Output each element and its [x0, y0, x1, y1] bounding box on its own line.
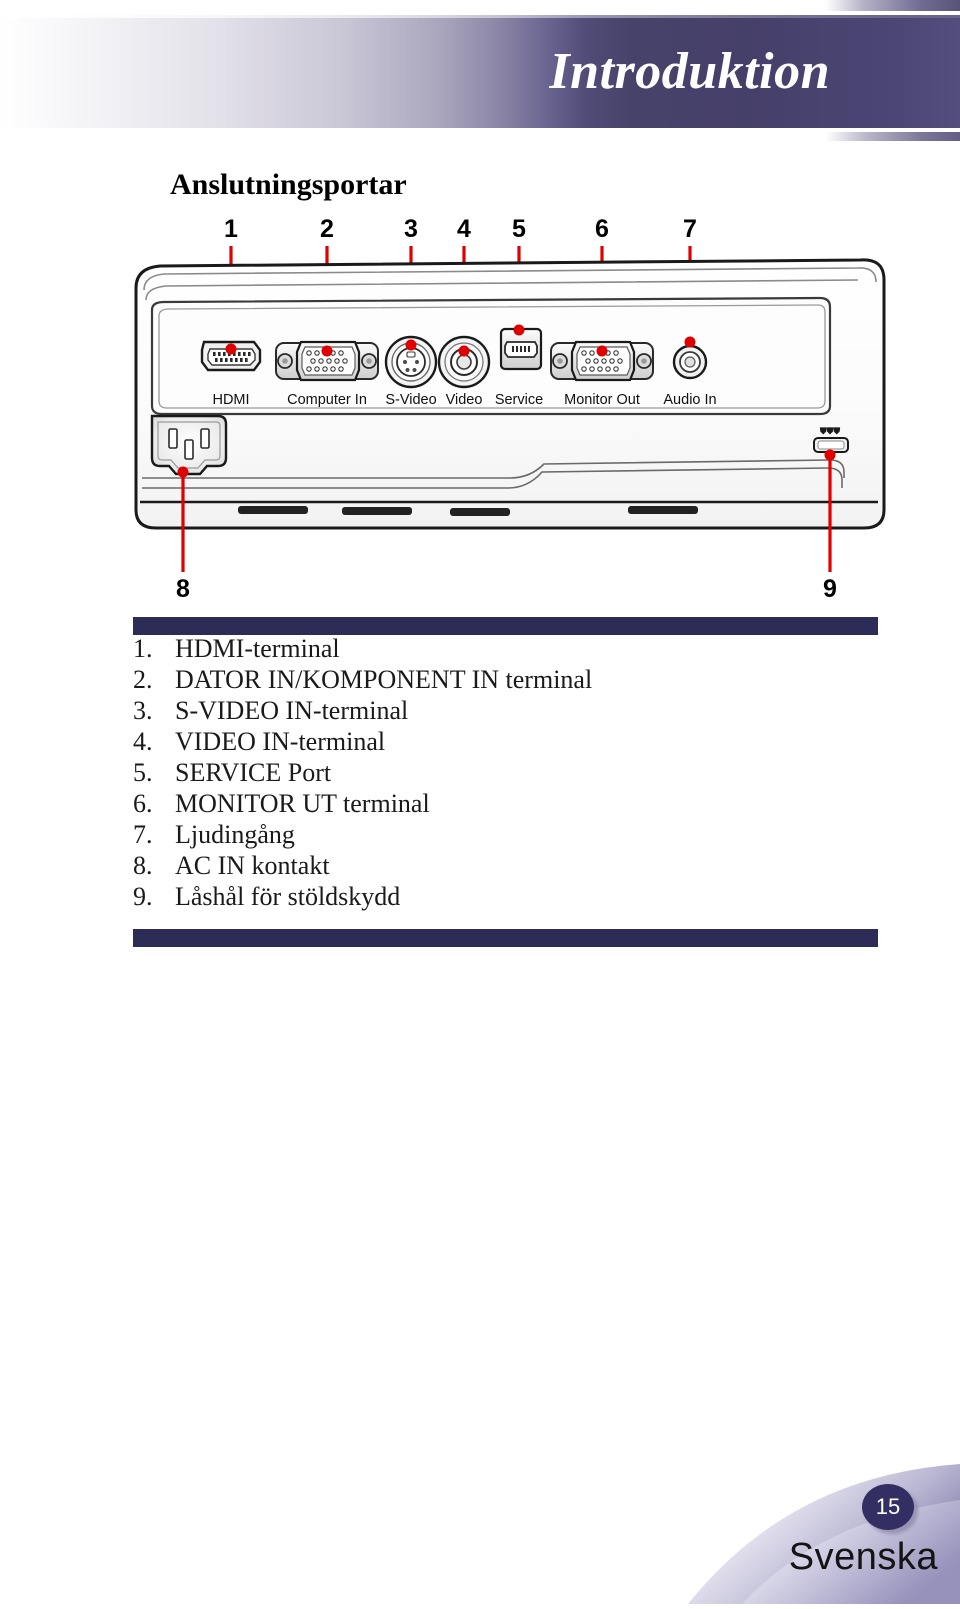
list-item: 2. DATOR IN/KOMPONENT IN terminal	[133, 665, 893, 696]
list-item-label: HDMI-terminal	[175, 634, 340, 663]
svg-text:6: 6	[595, 215, 609, 243]
list-item-label: MONITOR UT terminal	[175, 789, 430, 818]
list-item: 1. HDMI-terminal	[133, 634, 893, 665]
port-label-computer-in: Computer In	[287, 392, 367, 408]
port-label-audio-in: Audio In	[663, 392, 716, 408]
audio-in-jack-port-icon	[672, 344, 708, 380]
callout-number-6: 6	[595, 215, 609, 243]
port-label-service: Service	[495, 392, 543, 408]
svg-text:4: 4	[457, 215, 471, 243]
callout-number-4: 4	[457, 215, 471, 243]
connection-ports-diagram: 1 2 3 4 5 6 7 HDMI Computer In S-Video V…	[130, 210, 890, 600]
list-item: 6. MONITOR UT terminal	[133, 789, 893, 820]
callout-number-3: 3	[404, 215, 418, 243]
port-label-video: Video	[446, 392, 483, 408]
list-item-label: AC IN kontakt	[175, 851, 330, 880]
language-label: Svenska	[788, 1536, 938, 1578]
ac-in-socket-icon	[150, 414, 228, 476]
svg-text:1: 1	[224, 215, 238, 243]
list-item-number: 1.	[133, 634, 153, 663]
list-item-label: Låshål för stöldskydd	[175, 882, 401, 911]
port-label-s-video: S-Video	[385, 392, 436, 408]
svg-text:⛊⛊⛊: ⛊⛊⛊	[819, 426, 841, 436]
callout-number-1: 1	[224, 215, 238, 243]
list-item-number: 8.	[133, 851, 153, 880]
list-item-number: 9.	[133, 882, 153, 911]
list-item-label: Ljudingång	[175, 820, 295, 849]
list-item: 7. Ljudingång	[133, 820, 893, 851]
port-label-monitor-out: Monitor Out	[564, 392, 640, 408]
list-item-number: 6.	[133, 789, 153, 818]
list-item-label: SERVICE Port	[175, 758, 332, 787]
video-rca-port-icon	[437, 335, 491, 389]
svg-text:7: 7	[683, 215, 697, 243]
callout-number-7: 7	[683, 215, 697, 243]
list-item: 4. VIDEO IN-terminal	[133, 727, 893, 758]
list-item: 8. AC IN kontakt	[133, 851, 893, 882]
list-item-label: S-VIDEO IN-terminal	[175, 696, 409, 725]
list-divider-bottom	[133, 929, 878, 947]
list-item-number: 7.	[133, 820, 153, 849]
list-item-number: 3.	[133, 696, 153, 725]
connection-ports-list: 1. HDMI-terminal 2. DATOR IN/KOMPONENT I…	[133, 634, 893, 913]
page-header: Introduktion	[0, 0, 960, 141]
page-title: Introduktion	[549, 43, 830, 100]
svg-text:2: 2	[320, 215, 334, 243]
list-item: 3. S-VIDEO IN-terminal	[133, 696, 893, 727]
section-heading: Anslutningsportar	[170, 168, 407, 201]
svg-text:9: 9	[823, 575, 837, 600]
list-item-number: 5.	[133, 758, 153, 787]
callout-number-2: 2	[320, 215, 334, 243]
port-label-hdmi: HDMI	[212, 392, 249, 408]
list-divider-top	[133, 617, 878, 635]
svg-text:5: 5	[512, 215, 526, 243]
callout-number-8: 8	[176, 575, 190, 600]
svg-text:3: 3	[404, 215, 418, 243]
list-item-number: 2.	[133, 665, 153, 694]
list-item-label: DATOR IN/KOMPONENT IN terminal	[175, 665, 593, 694]
header-accent-strip-top	[0, 0, 960, 11]
page-number-badge: 15	[862, 1484, 914, 1530]
callout-number-5: 5	[512, 215, 526, 243]
list-item: 5. SERVICE Port	[133, 758, 893, 789]
callout-number-9: 9	[823, 575, 837, 600]
list-item: 9. Låshål för stöldskydd	[133, 882, 893, 913]
list-item-number: 4.	[133, 727, 153, 756]
list-item-label: VIDEO IN-terminal	[175, 727, 386, 756]
svg-text:8: 8	[176, 575, 190, 600]
header-accent-strip-bottom	[0, 132, 960, 141]
